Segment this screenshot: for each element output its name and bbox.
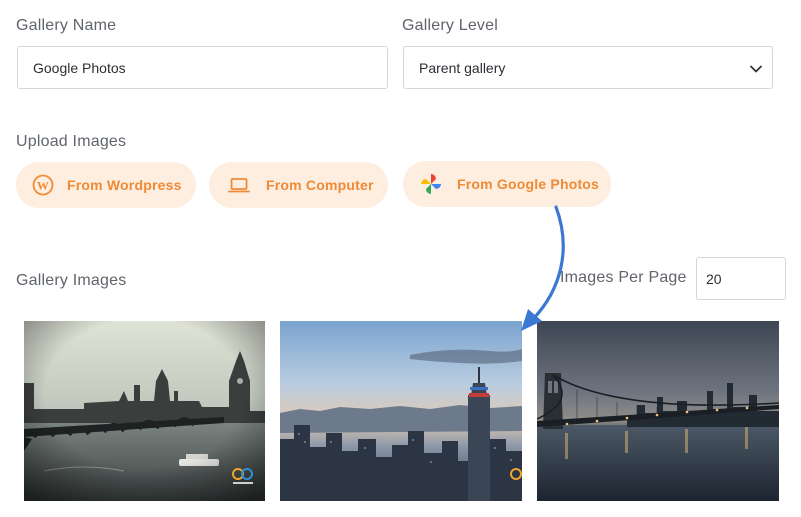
from-computer-button[interactable]: From Computer bbox=[209, 162, 388, 208]
images-per-page-value: 20 bbox=[706, 270, 722, 287]
from-google-photos-label: From Google Photos bbox=[457, 176, 600, 192]
gallery-name-label: Gallery Name bbox=[16, 17, 117, 34]
gallery-thumbnail-london[interactable] bbox=[24, 321, 265, 501]
google-photos-icon bbox=[419, 172, 443, 196]
images-per-page-label: Images Per Page bbox=[560, 269, 687, 286]
gallery-level-select[interactable]: Parent gallery bbox=[403, 46, 773, 89]
gallery-images-label: Gallery Images bbox=[16, 272, 127, 289]
from-wordpress-label: From Wordpress bbox=[67, 177, 182, 193]
svg-text:W: W bbox=[37, 178, 49, 192]
images-per-page-input[interactable]: 20 bbox=[696, 257, 786, 300]
wordpress-icon: W bbox=[32, 174, 54, 196]
from-computer-label: From Computer bbox=[266, 177, 374, 193]
upload-images-label: Upload Images bbox=[16, 133, 127, 150]
from-wordpress-button[interactable]: W From Wordpress bbox=[16, 162, 196, 208]
gallery-name-value: Google Photos bbox=[33, 59, 126, 76]
chevron-down-icon bbox=[750, 60, 762, 76]
gallery-name-input[interactable]: Google Photos bbox=[17, 46, 388, 89]
from-google-photos-button[interactable]: From Google Photos bbox=[403, 161, 611, 207]
gallery-thumbnail-brooklyn-bridge[interactable] bbox=[537, 321, 779, 501]
laptop-icon bbox=[228, 174, 250, 196]
gallery-level-label: Gallery Level bbox=[402, 17, 498, 34]
gallery-thumbnail-new-york[interactable] bbox=[280, 321, 522, 501]
gallery-level-value: Parent gallery bbox=[419, 59, 506, 76]
